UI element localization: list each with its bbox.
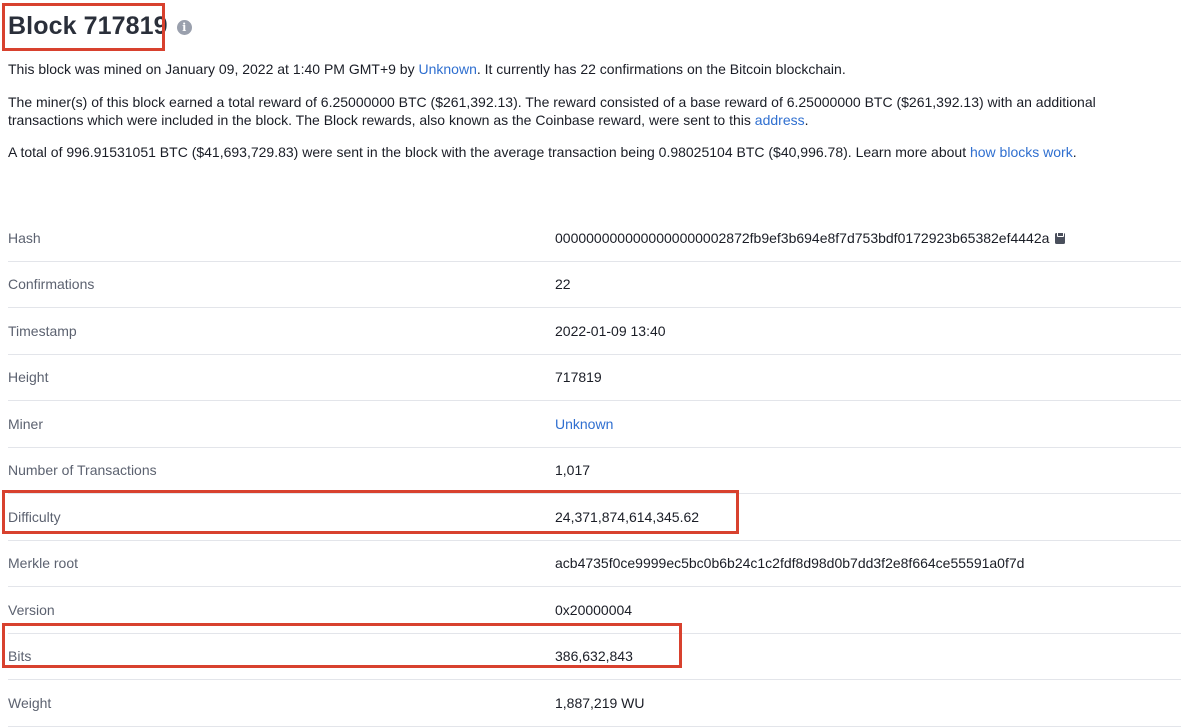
summary-text: The miner(s) of this block earned a tota… — [8, 94, 1096, 110]
summary-text: . It currently has 22 confirmations on t… — [476, 61, 846, 77]
detail-label: Confirmations — [8, 276, 95, 293]
detail-label: Merkle root — [8, 555, 79, 572]
detail-row-difficulty: Difficulty 24,371,874,614,345.62 — [8, 494, 1181, 541]
address-link[interactable]: address — [755, 112, 805, 128]
detail-value: 0x20000004 — [555, 601, 633, 618]
detail-row-timestamp: Timestamp 2022-01-09 13:40 — [8, 308, 1181, 355]
detail-label: Bits — [8, 648, 32, 665]
miner-link[interactable]: Unknown — [418, 61, 476, 77]
detail-label: Number of Transactions — [8, 462, 157, 479]
detail-value: 386,632,843 — [555, 648, 633, 665]
detail-row-weight: Weight 1,887,219 WU — [8, 680, 1181, 727]
detail-value: 2022-01-09 13:40 — [555, 322, 666, 339]
detail-label: Miner — [8, 415, 44, 432]
detail-value: 22 — [555, 276, 571, 293]
summary-text: This block was mined on January 09, 2022… — [8, 61, 419, 77]
detail-value: 1,017 — [555, 462, 591, 479]
detail-value: 24,371,874,614,345.62 — [555, 508, 700, 525]
clipboard-icon[interactable] — [1055, 231, 1066, 244]
detail-value[interactable]: 0000000000000000000002872fb9ef3b694e8f7d… — [555, 230, 1049, 246]
detail-label: Timestamp — [8, 322, 77, 339]
miner-value-link[interactable]: Unknown — [555, 416, 613, 432]
detail-row-height: Height 717819 — [8, 355, 1181, 401]
detail-label: Weight — [8, 694, 52, 711]
block-details-table: Hash 0000000000000000000002872fb9ef3b694… — [8, 215, 1181, 727]
detail-row-hash: Hash 0000000000000000000002872fb9ef3b694… — [8, 215, 1181, 262]
summary-text: A total of 996.91531051 BTC ($41,693,729… — [8, 144, 970, 160]
summary-paragraph-volume: A total of 996.91531051 BTC ($41,693,729… — [8, 144, 1181, 162]
how-blocks-work-link[interactable]: how blocks work — [970, 144, 1073, 160]
detail-value: 717819 — [555, 369, 602, 386]
hash-value: 0000000000000000000002872fb9ef3b694e8f7d… — [555, 230, 1066, 246]
info-icon[interactable]: i — [176, 20, 192, 35]
detail-row-bits: Bits 386,632,843 — [8, 634, 1181, 680]
detail-row-confirmations: Confirmations 22 — [8, 262, 1181, 308]
summary-text: . — [804, 111, 809, 128]
summary-text: transactions which were included in the … — [8, 111, 755, 128]
block-header: Block 717819 i — [8, 12, 192, 41]
detail-row-miner: Miner Unknown — [8, 401, 1181, 448]
detail-label: Height — [8, 369, 49, 386]
detail-label: Hash — [8, 229, 41, 246]
page-title: Block 717819 — [8, 12, 168, 40]
detail-value: 1,887,219 WU — [555, 694, 645, 711]
summary-text: . — [1072, 144, 1077, 160]
detail-label: Difficulty — [8, 508, 61, 525]
summary-paragraph-reward: The miner(s) of this block earned a tota… — [8, 94, 1181, 129]
detail-value: acb4735f0ce9999ec5bc0b6b24c1c2fdf8d98d0b… — [555, 555, 1025, 572]
detail-row-transactions: Number of Transactions 1,017 — [8, 448, 1181, 494]
detail-row-version: Version 0x20000004 — [8, 587, 1181, 634]
detail-label: Version — [8, 601, 55, 618]
summary-paragraph-mined: This block was mined on January 09, 2022… — [8, 61, 1181, 79]
detail-row-merkle-root: Merkle root acb4735f0ce9999ec5bc0b6b24c1… — [8, 541, 1181, 587]
